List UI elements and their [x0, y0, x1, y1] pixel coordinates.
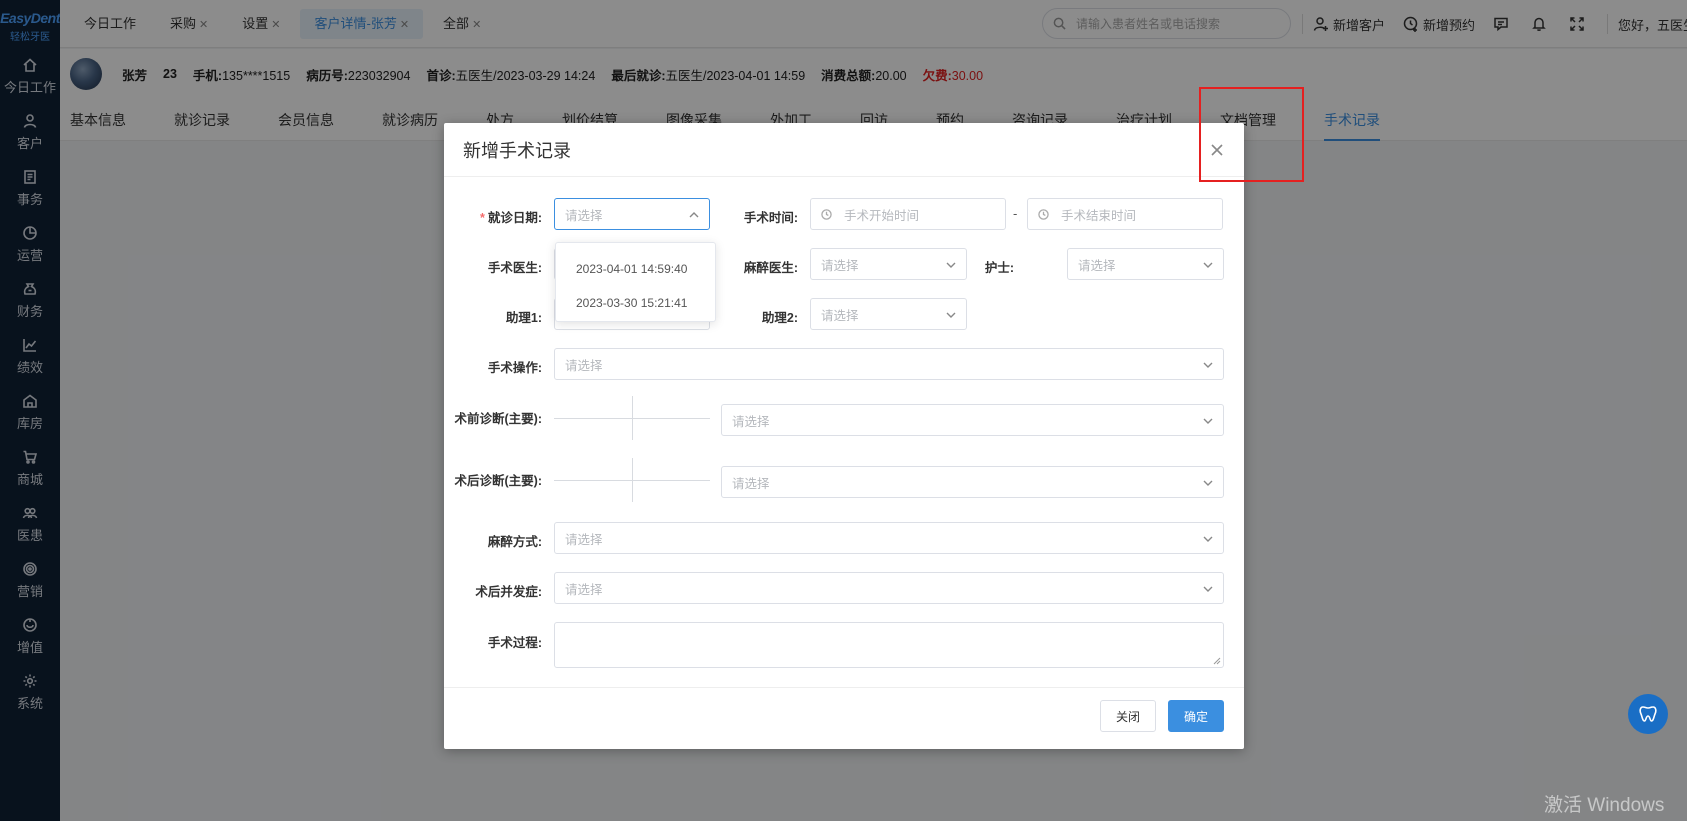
placeholder: 请选择: [565, 208, 603, 223]
chevron-down-icon: [1203, 359, 1213, 369]
surgery-time-label: 手术时间:: [743, 211, 798, 225]
pre-diagnosis-label: 术前诊断(主要):: [454, 412, 543, 426]
windows-activation-watermark: 激活 Windows: [1544, 795, 1665, 816]
placeholder: 请选择: [732, 476, 770, 491]
range-separator: -: [1013, 206, 1018, 221]
chevron-down-icon: [1203, 259, 1213, 269]
visit-date-select[interactable]: 请选择: [554, 198, 710, 230]
surgery-process-label: 手术过程:: [487, 636, 542, 650]
dialog-title: 新增手术记录: [444, 123, 1244, 177]
surgery-end-time-input[interactable]: 手术结束时间: [1027, 198, 1223, 230]
placeholder: 手术结束时间: [1061, 208, 1137, 223]
resize-handle-icon[interactable]: [1213, 657, 1221, 665]
surgeon-label: 手术医生:: [487, 261, 542, 275]
dropdown-option[interactable]: 2023-04-01 14:59:40: [556, 252, 715, 286]
clock-icon: [1038, 208, 1049, 220]
confirm-button[interactable]: 确定: [1168, 700, 1225, 732]
dropdown-option[interactable]: 2023-03-30 15:21:41: [556, 286, 715, 320]
clock-icon: [821, 208, 832, 220]
placeholder: 请选择: [565, 358, 603, 373]
placeholder: 手术开始时间: [844, 208, 920, 223]
tooth-assistant-button[interactable]: [1628, 694, 1668, 734]
assistant2-label: 助理2:: [761, 311, 798, 325]
post-diagnosis-label: 术后诊断(主要):: [454, 474, 543, 488]
chevron-down-icon: [1203, 477, 1213, 487]
pre-diagnosis-tooth-selector[interactable]: [554, 396, 710, 440]
nurse-select[interactable]: 请选择: [1067, 248, 1224, 280]
chevron-down-icon: [1203, 415, 1213, 425]
assistant2-select[interactable]: 请选择: [810, 298, 967, 330]
chevron-up-icon: [689, 209, 699, 219]
operation-select[interactable]: 请选择: [554, 348, 1224, 380]
dialog-footer: 关闭 确定: [444, 687, 1244, 749]
tooth-icon: [1639, 706, 1657, 722]
chevron-down-icon: [1203, 583, 1213, 593]
operation-label: 手术操作:: [487, 361, 542, 375]
complications-select[interactable]: 请选择: [554, 572, 1224, 604]
nurse-label: 护士:: [984, 261, 1014, 275]
placeholder: 请选择: [821, 258, 859, 273]
close-button[interactable]: 关闭: [1100, 700, 1157, 732]
add-surgery-record-dialog: 新增手术记录 * 就诊日期: 请选择 手术时间: 手术开始时间 - 手术结束时间 …: [444, 123, 1244, 749]
chevron-down-icon: [946, 259, 956, 269]
chevron-down-icon: [1203, 533, 1213, 543]
anesthesia-method-label: 麻醉方式:: [487, 535, 542, 549]
placeholder: 请选择: [1078, 258, 1116, 273]
complications-label: 术后并发症:: [475, 585, 542, 599]
post-diagnosis-tooth-selector[interactable]: [554, 458, 710, 502]
assistant1-label: 助理1:: [505, 311, 542, 325]
visit-date-label: * 就诊日期:: [479, 211, 542, 225]
pre-diagnosis-select[interactable]: 请选择: [721, 404, 1224, 436]
chevron-down-icon: [946, 309, 956, 319]
anesthesia-method-select[interactable]: 请选择: [554, 522, 1224, 554]
anesthetist-select[interactable]: 请选择: [810, 248, 967, 280]
highlight-box: [1199, 87, 1304, 182]
placeholder: 请选择: [565, 582, 603, 597]
placeholder: 请选择: [821, 308, 859, 323]
placeholder: 请选择: [565, 532, 603, 547]
placeholder: 请选择: [732, 414, 770, 429]
visit-date-dropdown: 2023-04-01 14:59:40 2023-03-30 15:21:41: [555, 242, 716, 322]
post-diagnosis-select[interactable]: 请选择: [721, 466, 1224, 498]
surgery-start-time-input[interactable]: 手术开始时间: [810, 198, 1006, 230]
surgery-process-textarea[interactable]: [554, 622, 1224, 668]
anesthetist-label: 麻醉医生:: [743, 261, 798, 275]
